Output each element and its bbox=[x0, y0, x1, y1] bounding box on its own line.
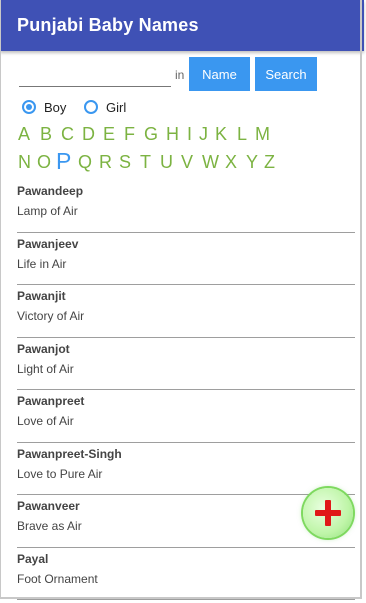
add-button[interactable] bbox=[303, 488, 353, 538]
letter-f[interactable]: F bbox=[124, 124, 144, 145]
radio-unchecked-icon bbox=[84, 100, 98, 114]
app-title: Punjabi Baby Names bbox=[17, 15, 199, 35]
letter-i[interactable]: I bbox=[187, 124, 199, 145]
list-item[interactable]: Pawanjot Light of Air bbox=[17, 338, 355, 390]
boy-label: Boy bbox=[44, 99, 67, 115]
name-title: Pawandeep bbox=[17, 184, 84, 198]
name-title: Pawanjeev bbox=[17, 236, 79, 251]
letter-e[interactable]: E bbox=[103, 124, 124, 145]
letter-r[interactable]: R bbox=[99, 152, 119, 175]
list-item[interactable]: Pawanpreet-Singh Love to Pure Air bbox=[17, 443, 355, 495]
name-meaning: Life in Air bbox=[17, 256, 67, 271]
names-list: Pawandeep Lamp of Air Pawanjeev Life in Air… bbox=[17, 180, 355, 600]
name-title: Pawanveer bbox=[17, 499, 80, 513]
alphabet-row-2: NOPQRSTUVWXYZ bbox=[18, 148, 282, 175]
name-meaning: Love of Air bbox=[17, 414, 74, 428]
letter-o[interactable]: O bbox=[37, 152, 56, 175]
letter-u[interactable]: U bbox=[160, 152, 181, 175]
letter-m[interactable]: M bbox=[255, 124, 277, 145]
name-meaning: Brave as Air bbox=[17, 519, 82, 533]
letter-b[interactable]: B bbox=[40, 124, 61, 145]
letter-k[interactable]: K bbox=[215, 124, 237, 145]
radio-checked-icon bbox=[22, 100, 36, 114]
letter-z[interactable]: Z bbox=[264, 152, 282, 175]
alphabet-row-1: ABCDEFGHIJKLM bbox=[18, 124, 277, 145]
letter-n[interactable]: N bbox=[18, 152, 37, 175]
name-title: Payal bbox=[17, 551, 49, 566]
letter-j[interactable]: J bbox=[199, 124, 215, 145]
name-title: Pawanjit bbox=[17, 289, 66, 303]
name-title: Pawanjot bbox=[17, 341, 70, 356]
name-meaning: Foot Ornament bbox=[17, 571, 98, 586]
letter-y[interactable]: Y bbox=[246, 152, 264, 175]
letter-x[interactable]: X bbox=[225, 152, 246, 175]
letter-a[interactable]: A bbox=[18, 124, 40, 145]
letter-g[interactable]: G bbox=[144, 124, 166, 145]
letter-w[interactable]: W bbox=[202, 152, 225, 175]
search-input[interactable] bbox=[19, 62, 171, 87]
girl-label: Girl bbox=[106, 99, 127, 115]
list-item[interactable]: Pawanpreet Love of Air bbox=[17, 390, 355, 443]
letter-s[interactable]: S bbox=[119, 152, 140, 175]
app-bar: Punjabi Baby Names bbox=[0, 0, 364, 51]
plus-icon-vertical bbox=[325, 500, 331, 526]
letter-q[interactable]: Q bbox=[78, 152, 99, 175]
search-button[interactable]: Search bbox=[255, 57, 317, 91]
name-button[interactable]: Name bbox=[189, 57, 250, 91]
letter-d[interactable]: D bbox=[82, 124, 103, 145]
letter-v[interactable]: V bbox=[181, 152, 202, 175]
in-label: in bbox=[175, 68, 185, 82]
girl-radio[interactable]: Girl bbox=[84, 98, 126, 116]
name-meaning: Light of Air bbox=[17, 361, 74, 376]
letter-c[interactable]: C bbox=[61, 124, 82, 145]
list-item[interactable]: Pawanjeev Life in Air bbox=[17, 233, 355, 285]
letter-t[interactable]: T bbox=[140, 152, 160, 175]
letter-p[interactable]: P bbox=[56, 148, 78, 175]
list-item[interactable]: Pawandeep Lamp of Air bbox=[17, 180, 355, 233]
name-title: Pawanpreet bbox=[17, 394, 85, 408]
letter-h[interactable]: H bbox=[166, 124, 187, 145]
list-item[interactable]: Pawanjit Victory of Air bbox=[17, 285, 355, 338]
name-meaning: Victory of Air bbox=[17, 309, 85, 323]
name-title: Pawanpreet-Singh bbox=[17, 446, 122, 461]
name-meaning: Lamp of Air bbox=[17, 204, 78, 218]
name-meaning: Love to Pure Air bbox=[17, 466, 103, 481]
letter-l[interactable]: L bbox=[237, 124, 255, 145]
list-item[interactable]: Payal Foot Ornament bbox=[17, 548, 355, 600]
boy-radio[interactable]: Boy bbox=[22, 98, 66, 116]
